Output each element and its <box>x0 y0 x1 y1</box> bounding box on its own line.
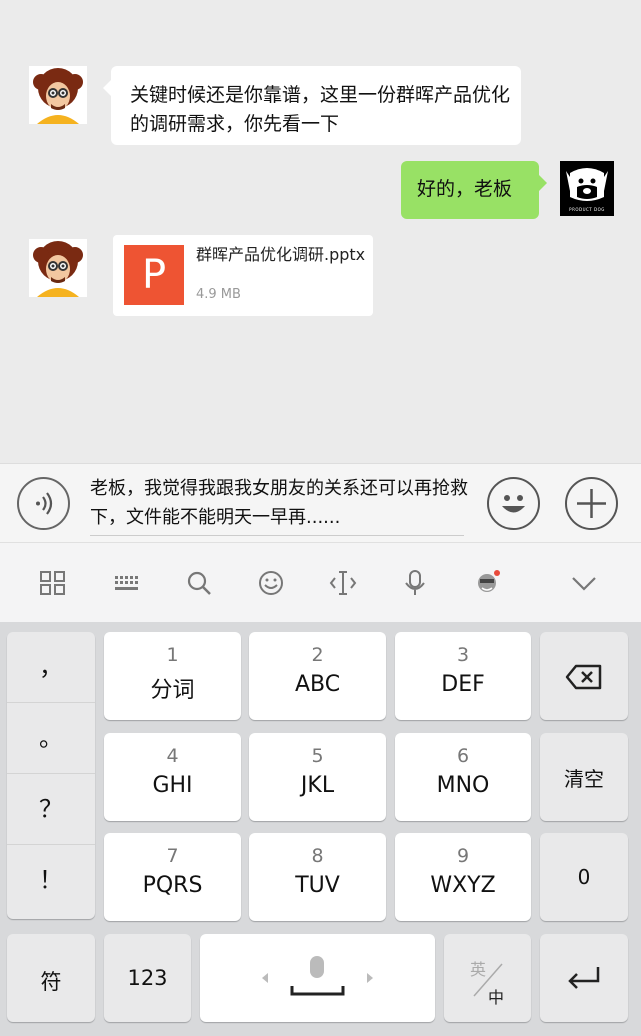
keyboard-toolbar <box>0 542 641 623</box>
self-avatar[interactable]: PRODUCT DOG <box>560 161 614 216</box>
message-text: 关键时候还是你靠谱，这里一份群晖产品优化的调研需求，你先看一下 <box>130 84 511 135</box>
key-number: 6 <box>456 745 470 767</box>
key-number: 3 <box>456 644 470 666</box>
avatar-caption: PRODUCT DOG <box>569 207 605 212</box>
clear-key[interactable]: 清空 <box>540 733 628 821</box>
key-label: MNO <box>436 773 490 798</box>
key-label: 0 <box>577 865 591 889</box>
voice-button[interactable] <box>17 477 70 530</box>
key-label: WXYZ <box>430 873 496 898</box>
mic-icon[interactable] <box>400 568 430 598</box>
key-number: 4 <box>166 745 179 767</box>
punctuation-column[interactable]: ， 。 ？ ！ <box>7 632 95 919</box>
file-size: 4.9 MB <box>196 287 241 302</box>
key-6[interactable]: 6 MNO <box>395 733 531 821</box>
boss-avatar-image <box>29 239 87 297</box>
message-bubble-2[interactable]: 好的，老板 <box>401 161 547 219</box>
key-label: ABC <box>294 672 341 697</box>
grid-icon[interactable] <box>38 568 68 598</box>
backspace-icon <box>565 664 602 690</box>
symbols-key[interactable]: 符 <box>7 934 95 1022</box>
keyboard-icon[interactable] <box>112 568 142 598</box>
key-number: 1 <box>166 644 179 666</box>
key-label: JKL <box>300 773 335 798</box>
language-toggle-key[interactable]: 英 中 <box>444 934 531 1022</box>
t9-keyboard: ， 。 ？ ！ 1 分词 2 ABC 3 DEF 4 GHI 5 JKL 6 M… <box>0 622 641 1036</box>
key-label: PQRS <box>142 873 203 898</box>
emoji-button[interactable] <box>487 477 540 530</box>
boss-avatar[interactable] <box>29 239 87 297</box>
clear-key-label: 清空 <box>564 767 604 791</box>
punct-comma-key[interactable]: ， <box>7 632 95 703</box>
voice-icon <box>36 492 53 515</box>
key-number: 7 <box>166 845 179 867</box>
boss-avatar[interactable] <box>29 66 87 124</box>
skin-icon[interactable] <box>472 568 502 598</box>
message-bubble-1[interactable]: 关键时候还是你靠谱，这里一份群晖产品优化的调研需求，你先看一下 <box>103 66 521 145</box>
key-0[interactable]: 0 <box>540 833 628 921</box>
file-message-card[interactable]: P 群晖产品优化调研.pptx 4.9 MB <box>113 235 373 316</box>
language-divider <box>473 963 503 997</box>
key-number: 8 <box>311 845 324 867</box>
plus-icon <box>577 489 606 518</box>
key-label: 分词 <box>150 678 195 703</box>
cursor-icon[interactable] <box>328 568 358 598</box>
input-underline <box>90 535 464 536</box>
return-icon <box>568 967 600 989</box>
key-2[interactable]: 2 ABC <box>249 632 386 720</box>
bubble-tail <box>103 80 111 96</box>
key-1[interactable]: 1 分词 <box>104 632 241 720</box>
key-3[interactable]: 3 DEF <box>395 632 531 720</box>
key-number: 9 <box>456 845 470 867</box>
numbers-key[interactable]: 123 <box>104 934 191 1022</box>
punct-period-key[interactable]: 。 <box>7 703 95 774</box>
key-4[interactable]: 4 GHI <box>104 733 241 821</box>
key-number: 2 <box>311 644 324 666</box>
space-key[interactable] <box>200 934 435 1022</box>
punct-question-key[interactable]: ？ <box>7 774 95 845</box>
message-text: 好的，老板 <box>417 178 513 200</box>
backspace-key[interactable] <box>540 632 628 720</box>
bubble-tail <box>539 175 547 191</box>
key-7[interactable]: 7 PQRS <box>104 833 241 921</box>
key-5[interactable]: 5 JKL <box>249 733 386 821</box>
search-icon[interactable] <box>184 568 214 598</box>
numbers-key-label: 123 <box>127 966 168 990</box>
plus-button[interactable] <box>565 477 618 530</box>
pptx-file-icon: P <box>124 245 184 305</box>
key-8[interactable]: 8 TUV <box>249 833 386 921</box>
notification-dot <box>494 570 500 576</box>
emoji-icon <box>502 495 525 513</box>
symbols-key-label: 符 <box>40 970 62 994</box>
enter-key[interactable] <box>540 934 628 1022</box>
key-9[interactable]: 9 WXYZ <box>395 833 531 921</box>
key-label: TUV <box>295 873 340 898</box>
key-label: DEF <box>441 672 485 697</box>
chevron-down-icon[interactable] <box>569 568 599 598</box>
punct-exclaim-key[interactable]: ！ <box>7 845 95 915</box>
language-zh-label: 中 <box>488 988 505 1007</box>
key-label: GHI <box>152 773 193 798</box>
file-name: 群晖产品优化调研.pptx <box>196 245 366 264</box>
space-mic-icon <box>262 956 373 996</box>
boss-avatar-image <box>29 66 87 124</box>
key-number: 5 <box>311 745 324 767</box>
smile-icon[interactable] <box>256 568 286 598</box>
message-input-bar: 老板，我觉得我跟我女朋友的关系还可以再抢救下，文件能不能明天一早再...... <box>0 463 641 542</box>
chat-area[interactable]: 关键时候还是你靠谱，这里一份群晖产品优化的调研需求，你先看一下 好的，老板 PR… <box>0 0 641 463</box>
message-input[interactable]: 老板，我觉得我跟我女朋友的关系还可以再抢救下，文件能不能明天一早再...... <box>90 474 475 532</box>
